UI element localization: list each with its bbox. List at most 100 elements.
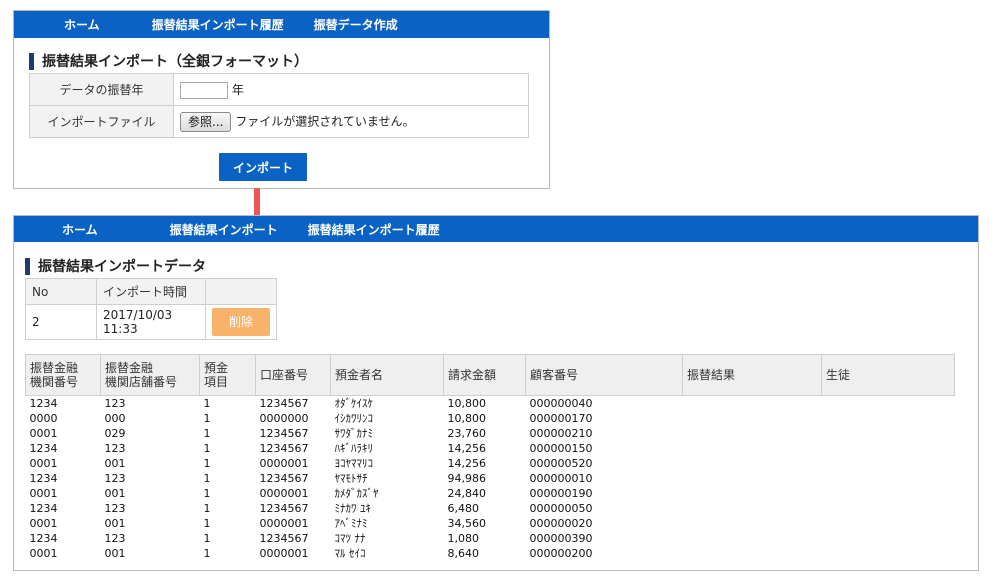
branch-code-cell: 123 (104, 472, 126, 485)
col-customer-no-header: 顧客番号 (525, 354, 683, 396)
table-row: 0001 029 1 1234567 ｻﾜﾀﾞｶﾅﾐ 23,760 000000210 (26, 426, 955, 441)
result-cell (683, 531, 822, 546)
bank-code-cell: 0001 (29, 457, 58, 470)
record-action-cell: 削除 (205, 304, 277, 340)
nav-import-link[interactable]: 振替結果インポート (170, 221, 278, 238)
depositor-name-cell: ﾔﾏﾓﾄｻﾁ (334, 472, 368, 485)
header-line: 預金者名 (335, 368, 384, 382)
student-cell (822, 471, 955, 486)
depositor-name-cell: ｵﾀﾞｹｲｽｹ (334, 397, 374, 410)
nav-home-link[interactable]: ホーム (62, 221, 98, 238)
student-cell (822, 396, 955, 412)
import-button[interactable]: インポート (219, 153, 307, 181)
header-line: 振替金融 (30, 361, 79, 375)
import-form-table: データの振替年 年 インポートファイル 参照... ファイルが選択されていません… (29, 73, 529, 138)
branch-code-cell: 123 (104, 502, 126, 515)
amount-cell: 1,080 (447, 532, 480, 545)
nav-create-data-link[interactable]: 振替データ作成 (314, 16, 398, 33)
bank-code-cell: 1234 (29, 472, 58, 485)
amount-cell: 10,800 (447, 412, 487, 425)
depositor-name-cell: ﾖｺﾔﾏﾏﾘｺ (334, 457, 374, 470)
result-cell (683, 411, 822, 426)
account-no-cell: 1234567 (259, 472, 309, 485)
file-label: インポートファイル (29, 105, 174, 138)
deposit-type-cell: 1 (203, 397, 211, 410)
result-cell (683, 396, 822, 412)
col-action-header (205, 278, 277, 305)
account-no-cell: 0000000 (259, 412, 309, 425)
browse-button[interactable]: 参照... (180, 111, 232, 132)
deposit-type-cell: 1 (203, 517, 211, 530)
file-value-cell: 参照... ファイルが選択されていません。 (173, 105, 529, 138)
deposit-type-cell: 1 (203, 427, 211, 440)
import-data-panel: ホーム 振替結果インポート 振替結果インポート履歴 振替結果インポートデータ N… (13, 215, 979, 571)
account-no-cell: 0000001 (259, 547, 309, 560)
student-cell (822, 546, 955, 561)
col-deposit-type-header: 預金 項目 (199, 354, 256, 396)
bottom-nav-bar: ホーム 振替結果インポート 振替結果インポート履歴 (14, 216, 978, 242)
title-accent-bar (29, 52, 34, 70)
nav-import-history-link[interactable]: 振替結果インポート履歴 (308, 221, 440, 238)
col-account-no-header: 口座番号 (255, 354, 331, 396)
import-record-table: No インポート時間 2 2017/10/03 11:33 削除 (25, 278, 277, 340)
depositor-name-cell: ｱﾍﾞﾐﾅﾐ (334, 517, 368, 530)
amount-cell: 14,256 (447, 457, 487, 470)
branch-code-cell: 123 (104, 397, 126, 410)
table-row: 0001 001 1 0000001 ﾖｺﾔﾏﾏﾘｺ 14,256 000000520 (26, 456, 955, 471)
year-row: データの振替年 年 (29, 73, 529, 106)
file-status-text: ファイルが選択されていません。 (235, 114, 415, 128)
import-data-title: 振替結果インポートデータ (25, 256, 206, 276)
student-cell (822, 486, 955, 501)
col-bank-code-header: 振替金融 機関番号 (25, 354, 101, 396)
account-no-cell: 1234567 (259, 502, 309, 515)
col-no-header: No (25, 278, 97, 305)
deposit-type-cell: 1 (203, 547, 211, 560)
record-time: 2017/10/03 11:33 (96, 304, 206, 340)
amount-cell: 8,640 (447, 547, 480, 560)
header-line: 預金 (204, 361, 229, 375)
data-table-body: 1234 123 1 1234567 ｵﾀﾞｹｲｽｹ 10,800 000000040 000… (26, 396, 955, 562)
branch-code-cell: 001 (104, 547, 126, 560)
deposit-type-cell: 1 (203, 502, 211, 515)
table-row: 1234 123 1 1234567 ﾔﾏﾓﾄｻﾁ 94,986 000000010 (26, 471, 955, 486)
header-line: 機関番号 (30, 375, 79, 389)
account-no-cell: 1234567 (259, 427, 309, 440)
student-cell (822, 516, 955, 531)
bank-code-cell: 1234 (29, 397, 58, 410)
deposit-type-cell: 1 (203, 472, 211, 485)
import-record-row: 2 2017/10/03 11:33 削除 (25, 304, 277, 340)
nav-home-link[interactable]: ホーム (64, 16, 100, 33)
result-cell (683, 456, 822, 471)
student-cell (822, 531, 955, 546)
import-form-title-text: 振替結果インポート（全銀フォーマット） (42, 54, 308, 70)
transfer-data-table: 振替金融 機関番号 振替金融 機関店舗番号 預金 項目 口座番号 預金者名 請求金額 … (25, 354, 955, 561)
delete-button[interactable]: 削除 (212, 308, 270, 336)
import-record-header: No インポート時間 (25, 278, 277, 305)
table-row: 1234 123 1 1234567 ﾐﾅｶﾜ ﾕｷ 6,480 000000050 (26, 501, 955, 516)
header-line: 口座番号 (260, 368, 309, 382)
depositor-name-cell: ｶﾒﾀﾞｶｽﾞﾔ (334, 487, 379, 500)
customer-no-cell: 000000020 (529, 517, 593, 530)
student-cell (822, 441, 955, 456)
header-line: 項目 (204, 375, 229, 389)
nav-import-history-link[interactable]: 振替結果インポート履歴 (152, 16, 284, 33)
deposit-type-cell: 1 (203, 457, 211, 470)
header-line: 振替金融 (105, 361, 154, 375)
student-cell (822, 456, 955, 471)
amount-cell: 10,800 (447, 397, 487, 410)
title-accent-bar (25, 257, 30, 275)
amount-cell: 24,840 (447, 487, 487, 500)
bank-code-cell: 0001 (29, 547, 58, 560)
result-cell (683, 516, 822, 531)
table-row: 1234 123 1 1234567 ｵﾀﾞｹｲｽｹ 10,800 000000040 (26, 396, 955, 412)
customer-no-cell: 000000170 (529, 412, 593, 425)
depositor-name-cell: ｻﾜﾀﾞｶﾅﾐ (334, 427, 374, 440)
year-input[interactable] (180, 81, 228, 99)
customer-no-cell: 000000010 (529, 472, 593, 485)
result-cell (683, 546, 822, 561)
table-row: 0001 001 1 0000001 ｶﾒﾀﾞｶｽﾞﾔ 24,840 000000190 (26, 486, 955, 501)
account-no-cell: 1234567 (259, 532, 309, 545)
header-line: 請求金額 (448, 368, 497, 382)
col-branch-code-header: 振替金融 機関店舗番号 (100, 354, 200, 396)
depositor-name-cell: ﾊｷﾞﾊﾗｷﾘ (334, 442, 374, 455)
